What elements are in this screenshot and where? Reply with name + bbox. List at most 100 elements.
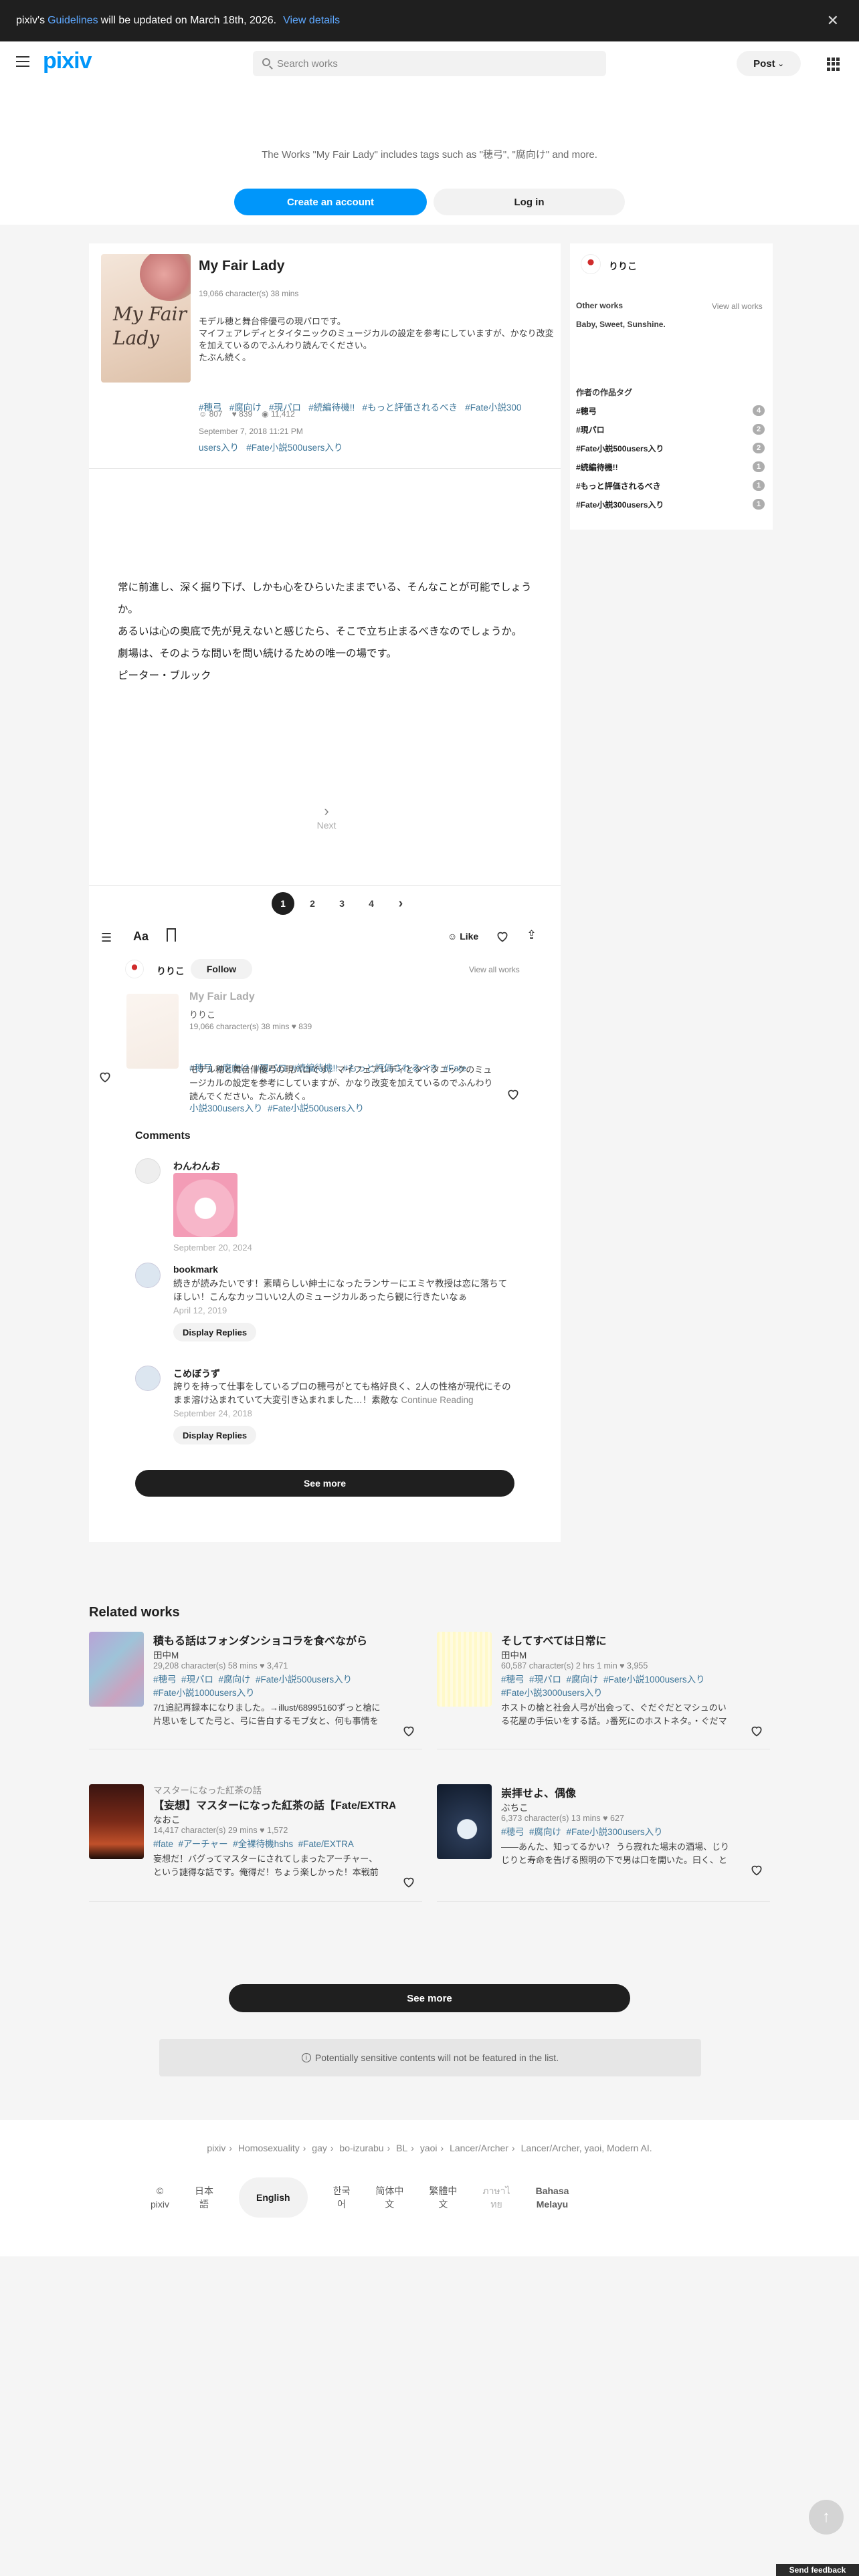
lang-ja[interactable]: 日本語 [195,2184,213,2211]
work-cover[interactable]: My Fair Lady [101,254,191,383]
series-link[interactable]: Baby, Sweet, Sunshine. [576,320,666,329]
related-author[interactable]: なおこ [153,1812,181,1826]
heart-icon[interactable] [402,1724,415,1737]
related-tags[interactable]: #穂弓 #腐向け #Fate小説300users入り [501,1826,755,1839]
crumb[interactable]: pixiv [207,2143,225,2153]
sidebar-tag[interactable]: #Fate小説500users入り 2 [576,443,765,461]
tag-label[interactable]: #現パロ [576,424,605,443]
crumb[interactable]: Lancer/Archer, yaoi, Modern AI. [521,2143,652,2153]
back-to-top-button[interactable]: ↑ [809,2500,844,2535]
tags-line-2[interactable]: users入り #Fate小説500users入り [199,441,560,455]
related-tags[interactable]: #fate #アーチャー #全裸待機hshs #Fate/EXTRA [153,1838,407,1851]
chevron-right-icon[interactable]: › [389,892,412,915]
page-3[interactable]: 3 [330,892,353,915]
page-2[interactable]: 2 [301,892,324,915]
like-button[interactable]: ☺ Like [448,931,478,942]
card-title[interactable]: My Fair Lady [189,991,255,1003]
heart-icon[interactable] [750,1724,763,1737]
avatar[interactable] [135,1263,161,1288]
sidebar-tag[interactable]: #Fate小説300users入り 1 [576,499,765,518]
related-tags-line-2[interactable]: #Fate小説3000users入り [501,1687,755,1700]
tag-label[interactable]: #続編待機!! [576,461,618,480]
sidebar-tag[interactable]: #穂弓 4 [576,405,765,424]
guidelines-link[interactable]: Guidelines [47,15,98,27]
related-tags-line-1[interactable]: #穂弓 #現パロ #腐向け #Fate小説500users入り [153,1673,407,1687]
crumb[interactable]: bo-izurabu [339,2143,383,2153]
related-tags[interactable]: #穂弓 #現パロ #腐向け #Fate小説500users入り #Fate小説10… [153,1673,407,1700]
see-more-related-button[interactable]: See more [229,1984,630,2012]
view-all-works-link[interactable]: View all works [712,302,763,311]
lang-en[interactable]: English [239,2177,308,2218]
list-icon[interactable]: ☰ [101,931,112,945]
next-page-button[interactable]: › Next [303,802,350,831]
crumb[interactable]: Homosexuality [238,2143,300,2153]
see-more-comments-button[interactable]: See more [135,1470,514,1497]
work-thumbnail[interactable] [437,1632,492,1707]
avatar[interactable] [125,960,144,978]
related-work-card[interactable]: 崇拝せよ、偶像 ぶちこ 6,373 character(s) 13 mins ♥… [437,1784,770,1902]
avatar[interactable] [135,1366,161,1391]
page-4[interactable]: 4 [360,892,383,915]
pixiv-logo[interactable]: pixiv [43,48,92,74]
font-settings-icon[interactable]: Aa [133,930,149,944]
crumb[interactable]: Lancer/Archer [450,2143,508,2153]
related-series[interactable]: マスターになった紅茶の話 [153,1783,262,1796]
menu-icon[interactable] [16,56,29,70]
related-tags-line-1[interactable]: #穂弓 #現パロ #腐向け #Fate小説1000users入り [501,1673,755,1687]
related-work-card[interactable]: そしてすべては日常に 田中M 60,587 character(s) 2 hrs… [437,1632,770,1749]
create-account-button[interactable]: Create an account [234,189,427,215]
related-title[interactable]: 崇拝せよ、偶像 [501,1784,743,1800]
follow-button[interactable]: Follow [191,959,252,979]
avatar[interactable] [581,254,601,274]
related-tags-line-2[interactable]: #Fate小説1000users入り [153,1687,407,1700]
sidebar-tag[interactable]: #続編待機!! 1 [576,461,765,480]
lang-ko[interactable]: 한국 어 [333,2184,351,2211]
crumb[interactable]: yaoi [420,2143,438,2153]
sidebar-tag[interactable]: #現パロ 2 [576,424,765,443]
work-thumbnail[interactable] [89,1632,144,1707]
heart-icon[interactable] [98,1070,112,1083]
related-title[interactable]: 積もる話はフォンダンショコラを食べながら [153,1632,395,1648]
lang-th[interactable]: ภาษาไ ทย [482,2184,510,2211]
tag-label[interactable]: #穂弓 [576,405,597,424]
tag-label[interactable]: #もっと評価されるべき [576,480,661,499]
heart-icon[interactable] [506,1087,520,1101]
heart-icon[interactable] [496,930,509,943]
related-author[interactable]: ぶちこ [501,1800,529,1814]
lang-ms[interactable]: Bahasa Melayu [536,2184,569,2211]
send-feedback-button[interactable]: Send feedback [776,2564,859,2576]
related-title[interactable]: そしてすべては日常に [501,1632,743,1648]
crumb[interactable]: gay [312,2143,327,2153]
view-details-link[interactable]: View details [283,15,340,27]
related-author[interactable]: 田中M [153,1648,179,1661]
tag-label[interactable]: #Fate小説500users入り [576,443,664,461]
sidebar-tag[interactable]: #もっと評価されるべき 1 [576,480,765,499]
search-input[interactable]: Search works [253,51,606,76]
close-icon[interactable]: ✕ [827,12,839,29]
card-tags-line-2[interactable]: 小説300users入り #Fate小説500users入り [189,1102,510,1115]
comment-author[interactable]: わんわんお [173,1160,220,1173]
page-1[interactable]: 1 [272,892,294,915]
related-work-card[interactable]: 積もる話はフォンダンショコラを食べながら 田中M 29,208 characte… [89,1632,422,1749]
continue-reading-link[interactable]: Continue Reading [401,1395,473,1405]
tag-label[interactable]: #Fate小説300users入り [576,499,664,518]
login-button[interactable]: Log in [434,189,625,215]
display-replies-button[interactable]: Display Replies [173,1323,257,1341]
post-button[interactable]: Post ⌄ [737,51,801,76]
bookmark-icon[interactable] [167,928,176,942]
sidebar-author-name[interactable]: りりこ [609,259,637,273]
comment-author[interactable]: bookmark [173,1264,218,1275]
lang-zh-cn[interactable]: 简体中文 [375,2184,403,2211]
work-thumbnail[interactable] [437,1784,492,1859]
crumb[interactable]: BL [396,2143,407,2153]
lang-zh-tw[interactable]: 繁體中文 [429,2184,457,2211]
share-icon[interactable]: ⇪ [527,928,537,942]
view-all-works-link[interactable]: View all works [469,965,520,974]
related-work-card[interactable]: マスターになった紅茶の話 【妄想】マスターになった紅茶の話【Fate/EXTRA… [89,1784,422,1902]
heart-icon[interactable] [750,1863,763,1876]
author-name[interactable]: りりこ [157,964,185,978]
related-author[interactable]: 田中M [501,1648,527,1661]
work-thumbnail[interactable] [126,994,179,1069]
display-replies-button[interactable]: Display Replies [173,1426,257,1444]
heart-icon[interactable] [402,1875,415,1889]
